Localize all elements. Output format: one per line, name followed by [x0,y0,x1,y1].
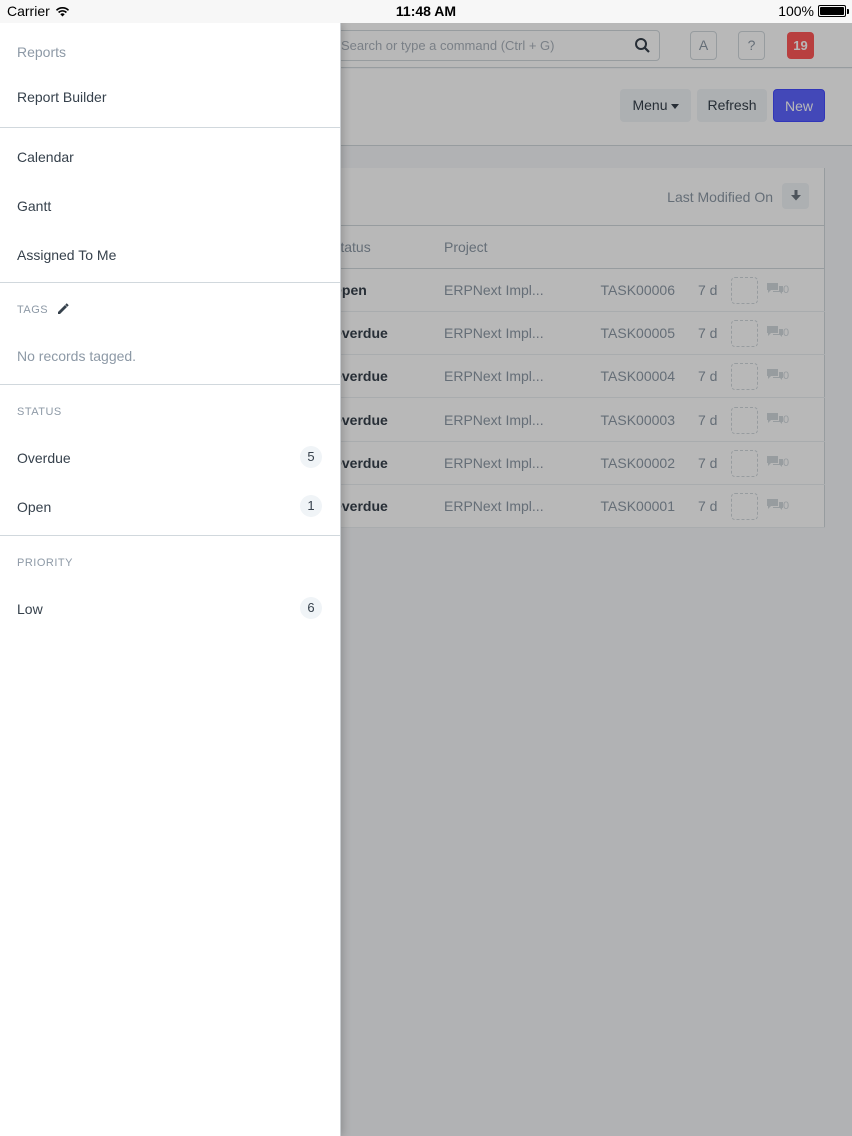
sidebar-item-report-builder[interactable]: Report Builder [17,89,107,105]
status-heading: STATUS [17,406,62,418]
status-bar: Carrier 11:48 AM 100% [0,0,852,23]
battery-icon [818,5,849,17]
priority-label: Low [17,601,43,617]
divider [0,282,340,283]
clock: 11:48 AM [395,3,457,19]
sidebar-item-gantt[interactable]: Gantt [17,198,51,214]
status-label: Overdue [17,450,71,466]
divider [0,127,340,128]
sidebar-item-reports[interactable]: Reports [17,44,66,60]
priority-heading: PRIORITY [17,557,73,569]
sidebar-item-calendar[interactable]: Calendar [17,149,74,165]
sidebar-item-assigned-to-me[interactable]: Assigned To Me [17,247,116,263]
pencil-icon[interactable] [57,303,69,315]
divider [0,384,340,385]
status-count: 1 [300,495,322,517]
priority-count: 6 [300,597,322,619]
sidebar-drawer: Reports Report Builder Calendar Gantt As… [0,23,341,1136]
battery-percent: 100% [778,3,814,19]
status-count: 5 [300,446,322,468]
divider [0,535,340,536]
status-label: Open [17,499,52,515]
battery-group: 100% [778,3,849,19]
tags-heading: TAGS [17,304,49,316]
no-tags-message: No records tagged. [17,348,137,364]
